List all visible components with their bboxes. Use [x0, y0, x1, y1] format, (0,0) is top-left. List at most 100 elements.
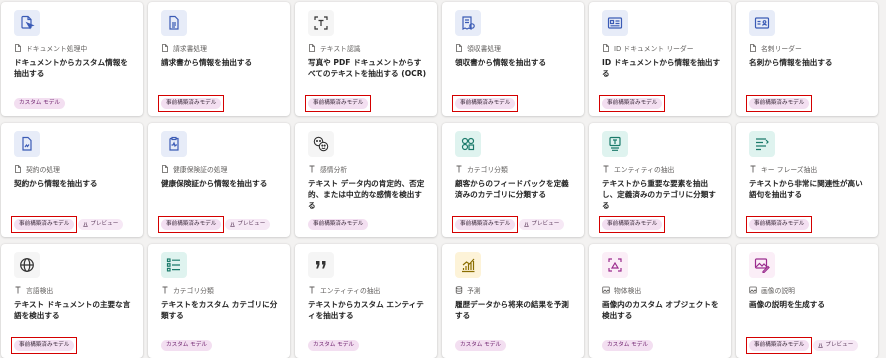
- health-document-icon: [161, 131, 187, 157]
- card-title: 履歴データから将来の結果を予測する: [455, 300, 569, 320]
- card-category: 物体検出: [602, 285, 721, 295]
- preview-badge: プレビュー: [225, 219, 271, 230]
- custom-model-badge: カスタム モデル: [161, 340, 212, 351]
- card-tags: 事前構築済みモデル: [745, 95, 813, 112]
- card-title: テキスト データ内の肯定的、否定的、または中立的な感情を検出する: [308, 179, 425, 210]
- card-category-label: ID ドキュメント リーダー: [614, 45, 694, 53]
- card-title: 領収書から情報を抽出する: [455, 58, 547, 67]
- card-tags: 事前構築済みモデル: [157, 95, 225, 112]
- contract-icon: [14, 131, 40, 157]
- id-card-icon: [602, 10, 628, 36]
- card-tags: カスタム モデル: [455, 340, 506, 351]
- badge-label: 事前構築済みモデル: [460, 221, 511, 227]
- card-category: 健康保険証の処理: [161, 164, 280, 174]
- card-category-label: キー フレーズ抽出: [761, 166, 818, 174]
- preview-badge: プレビュー: [813, 340, 859, 351]
- custom-model-badge: カスタム モデル: [602, 340, 653, 351]
- prebuilt-model-badge: 事前構築済みモデル: [10, 216, 78, 233]
- prebuilt-model-badge: 事前構築済みモデル: [157, 216, 225, 233]
- model-card[interactable]: 領収書処理領収書から情報を抽出する事前構築済みモデル: [442, 2, 584, 116]
- badge-label: カスタム モデル: [313, 342, 354, 348]
- flask-icon: [524, 222, 530, 227]
- database-icon: [455, 286, 463, 294]
- card-category: エンティティの抽出: [308, 285, 427, 295]
- model-card[interactable]: カテゴリ分類 顧客からのフィードバックを定義済みのカテゴリに分類する 事前構築済みモ…: [442, 123, 584, 237]
- card-category: テキスト認識: [308, 43, 427, 53]
- document-icon: [308, 44, 316, 52]
- card-category-label: 物体検出: [614, 287, 642, 295]
- card-tags: 事前構築済みモデル: [598, 95, 666, 112]
- card-category-label: カテゴリ分類: [173, 287, 214, 295]
- badge-label: 事前構築済みモデル: [166, 221, 217, 227]
- model-card[interactable]: エンティティの抽出 テキストから重要な要素を抽出し、定義済みのカテゴリに分類する事…: [589, 123, 731, 237]
- card-category: キー フレーズ抽出: [749, 164, 868, 174]
- prebuilt-model-badge: 事前構築済みモデル: [745, 337, 813, 354]
- badge-label: プレビュー: [531, 221, 560, 227]
- card-category-label: ドキュメント処理中: [26, 45, 88, 53]
- globe-icon: [14, 252, 40, 278]
- badge-label: 事前構築済みモデル: [754, 342, 805, 348]
- badge-label: 事前構築済みモデル: [460, 100, 511, 106]
- card-category: 言語検出: [14, 285, 133, 295]
- text-icon: [602, 165, 610, 173]
- custom-model-badge: カスタム モデル: [455, 340, 506, 351]
- card-tags: カスタム モデル: [14, 98, 65, 109]
- card-category: 感情分析: [308, 164, 427, 174]
- image-edit-icon: [749, 252, 775, 278]
- card-tags: 事前構築済みモデル: [308, 219, 369, 230]
- card-title: テキストからカスタム エンティティを抽出する: [308, 300, 424, 320]
- flask-icon: [230, 222, 236, 227]
- model-card[interactable]: 請求書処理 請求書から情報を抽出する 事前構築済みモデル: [148, 2, 290, 116]
- model-card[interactable]: ドキュメント処理中 ドキュメントからカスタム情報を抽出する カスタム モデル: [1, 2, 143, 116]
- badge-label: 事前構築済みモデル: [166, 100, 217, 106]
- model-card[interactable]: 画像の説明 画像の説明を生成する 事前構築済みモデル プレビュー: [736, 244, 878, 358]
- model-card[interactable]: カテゴリ分類テキストをカスタム カテゴリに分類するカスタム モデル: [148, 244, 290, 358]
- card-tags: 事前構築済みモデル: [451, 95, 519, 112]
- text-scan-icon: [308, 10, 334, 36]
- card-tags: 事前構築済みモデル プレビュー: [10, 216, 124, 233]
- prebuilt-model-badge: 事前構築済みモデル: [598, 216, 666, 233]
- prebuilt-model-badge: 事前構築済みモデル: [745, 95, 813, 112]
- badge-label: カスタム モデル: [460, 342, 501, 348]
- document-icon: [14, 44, 22, 52]
- card-category: 名刺リーダー: [749, 43, 868, 53]
- card-tags: カスタム モデル: [161, 340, 212, 351]
- model-card[interactable]: テキスト認識写真や PDF ドキュメントからすべてのテキストを抽出する (OCR…: [295, 2, 437, 116]
- card-title: 画像の説明を生成する: [749, 300, 825, 309]
- model-card[interactable]: エンティティの抽出テキストからカスタム エンティティを抽出するカスタム モデル: [295, 244, 437, 358]
- badge-label: 事前構築済みモデル: [607, 221, 658, 227]
- card-tags: 事前構築済みモデル: [10, 337, 78, 354]
- text-icon: [308, 165, 316, 173]
- entity-icon: [602, 131, 628, 157]
- text-icon: [14, 286, 22, 294]
- prebuilt-model-badge: 事前構築済みモデル: [451, 216, 519, 233]
- card-title: 顧客からのフィードバックを定義済みのカテゴリに分類する: [455, 179, 569, 199]
- card-title: テキストをカスタム カテゴリに分類する: [161, 300, 278, 320]
- prebuilt-model-badge: 事前構築済みモデル: [451, 95, 519, 112]
- model-card[interactable]: 予測 履歴データから将来の結果を予測する カスタム モデル: [442, 244, 584, 358]
- invoice-icon: [161, 10, 187, 36]
- model-card[interactable]: 言語検出テキスト ドキュメントの主要な言語を検出する事前構築済みモデル: [1, 244, 143, 358]
- document-icon: [14, 165, 22, 173]
- card-tags: カスタム モデル: [602, 340, 653, 351]
- card-category-label: 領収書処理: [467, 45, 501, 53]
- badge-label: カスタム モデル: [607, 342, 648, 348]
- card-title: テキストから非常に関連性が高い語句を抽出する: [749, 179, 863, 199]
- card-title: 名刺から情報を抽出する: [749, 58, 833, 67]
- model-card[interactable]: 契約の処理 契約から情報を抽出する 事前構築済みモデル プレビュー: [1, 123, 143, 237]
- badge-label: 事前構築済みモデル: [313, 100, 364, 106]
- model-card[interactable]: ID ドキュメント リーダー ID ドキュメントから情報を抽出する事前構築済みモデ…: [589, 2, 731, 116]
- model-card[interactable]: 物体検出 画像内のカスタム オブジェクトを検出する カスタム モデル: [589, 244, 731, 358]
- model-card[interactable]: 名刺リーダー 名刺から情報を抽出する事前構築済みモデル: [736, 2, 878, 116]
- model-card[interactable]: 健康保険証の処理 健康保険証から情報を抽出する 事前構築済みモデル プレビュー: [148, 123, 290, 237]
- card-title: 写真や PDF ドキュメントからすべてのテキストを抽出する (OCR): [308, 58, 427, 78]
- image-icon: [602, 286, 610, 294]
- card-title: テキスト ドキュメントの主要な言語を検出する: [14, 300, 131, 320]
- model-card[interactable]: 感情分析テキスト データ内の肯定的、否定的、または中立的な感情を検出する事前構築…: [295, 123, 437, 237]
- card-title: 請求書から情報を抽出する: [161, 58, 253, 67]
- flask-icon: [818, 343, 824, 348]
- model-card[interactable]: キー フレーズ抽出テキストから非常に関連性が高い語句を抽出する事前構築済みモデル: [736, 123, 878, 237]
- card-title: ID ドキュメントから情報を抽出する: [602, 58, 721, 78]
- badge-label: 事前構築済みモデル: [19, 221, 70, 227]
- card-tags: 事前構築済みモデル: [745, 216, 813, 233]
